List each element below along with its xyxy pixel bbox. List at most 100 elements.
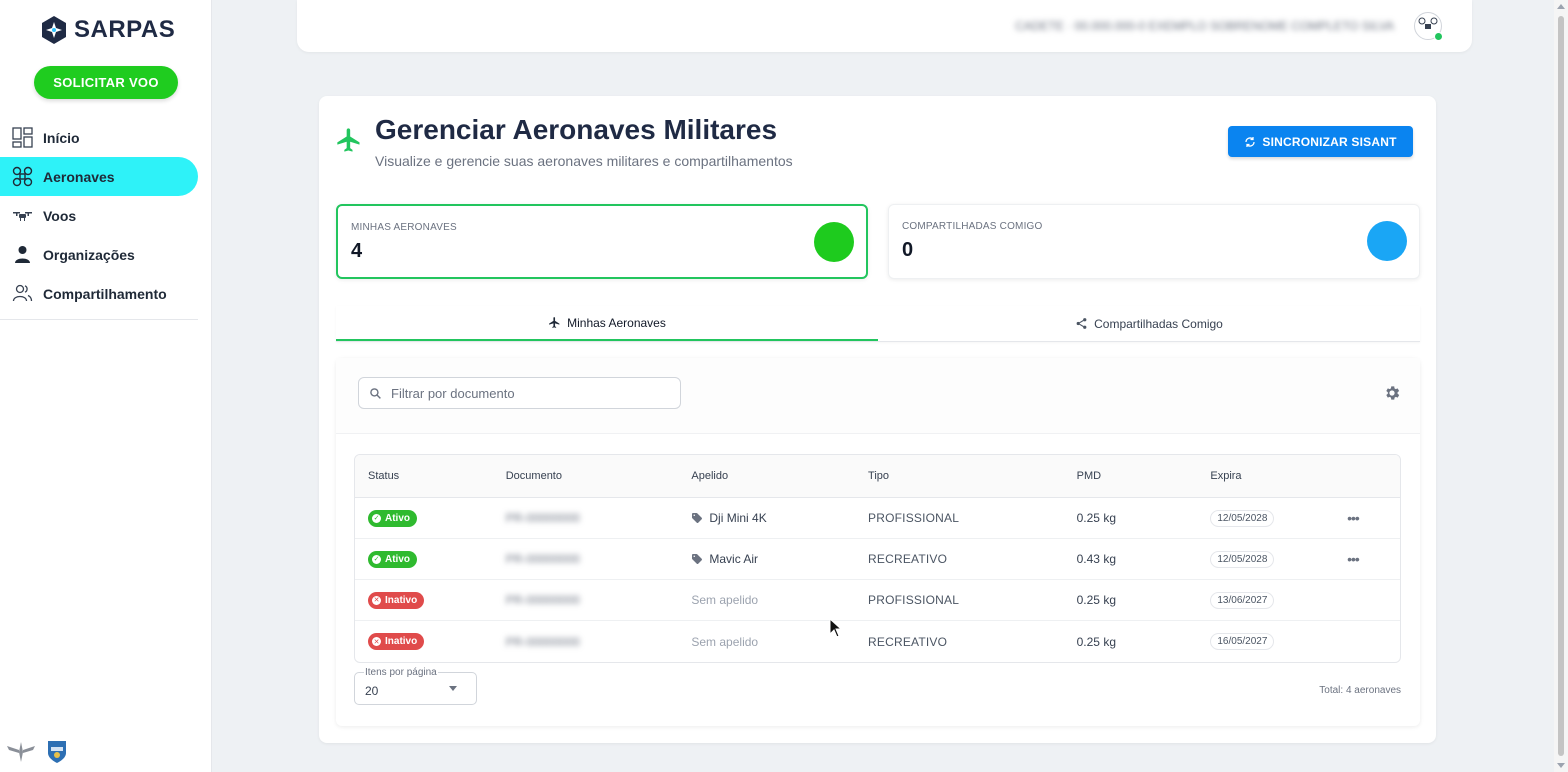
type-cell: RECREATIVO (868, 634, 948, 649)
expiry-date-chip: 12/05/2028 (1210, 550, 1275, 568)
aircraft-panel: Status Documento Apelido Tipo PMD Expira… (336, 358, 1420, 726)
sidebar-item-label: Aeronaves (43, 168, 115, 185)
search-icon (370, 387, 381, 399)
pmd-cell: 0.25 kg (1076, 634, 1116, 649)
x-circle-icon: ✕ (372, 595, 381, 605)
document-cell: PR-00000000 (505, 593, 580, 607)
mouse-cursor-icon (829, 618, 843, 638)
sync-button-label: SINCRONIZAR SISANT (1262, 134, 1397, 149)
pmd-cell: 0.43 kg (1076, 552, 1116, 566)
actions-cell: ••• (1347, 510, 1400, 526)
table-row[interactable]: ✓ Ativo PR-00000000 Dji Mini 4K PROFISSIONAL… (355, 498, 1400, 539)
sidebar-item-aeronaves[interactable]: Aeronaves (0, 157, 198, 196)
scroll-up-arrow-icon[interactable] (1557, 4, 1565, 9)
tab-shared-with-me[interactable]: Compartilhadas Comigo (878, 306, 1420, 341)
items-per-page-select[interactable]: Itens por página 20 (354, 667, 477, 705)
more-options-icon[interactable]: ••• (1347, 551, 1360, 567)
sidebar-item-label: Início (43, 129, 80, 146)
type-cell: PROFISSIONAL (868, 511, 960, 525)
actions-cell: ••• (1347, 551, 1400, 567)
aircraft-table: Status Documento Apelido Tipo PMD Expira… (354, 454, 1401, 663)
sidebar-item-voos[interactable]: Voos (0, 196, 198, 235)
brand-name: SARPAS (74, 16, 176, 43)
expiry-date-chip: 16/05/2027 (1210, 633, 1275, 650)
air-force-emblem-icon (7, 742, 35, 762)
sidebar-divider (0, 319, 198, 320)
column-header-tipo[interactable]: Tipo (855, 470, 1064, 482)
expiry-date-chip: 12/05/2028 (1210, 509, 1275, 527)
settings-gear-icon[interactable] (1383, 384, 1401, 402)
aircraft-tabs: Minhas Aeronaves Compartilhadas Comigo (336, 306, 1420, 342)
people-icon (12, 284, 33, 302)
status-text: Inativo (385, 636, 418, 648)
nickname-cell: Sem apelido (678, 593, 855, 607)
page-scrollbar[interactable] (1554, 0, 1568, 772)
document-filter[interactable] (358, 377, 681, 409)
footer-logos (6, 739, 68, 765)
expiry-cell: 16/05/2027 (1197, 633, 1347, 650)
nickname-text: Dji Mini 4K (709, 511, 767, 525)
status-cell: ✕ Inativo (355, 633, 493, 651)
drone-icon (12, 166, 33, 187)
dashboard-icon (12, 127, 33, 148)
table-row[interactable]: ✕ Inativo PR-00000000 Sem apelido PROFISSION… (355, 580, 1400, 621)
sidebar-nav: Início Aeronaves Voos Organizações Compa… (0, 118, 198, 313)
stat-label: MINHAS AERONAVES (351, 222, 457, 233)
column-header-status[interactable]: Status (355, 470, 493, 482)
sync-icon (1245, 136, 1255, 147)
avatar[interactable] (1414, 12, 1443, 41)
user-info: CADETE · 00.000.000-0 EXEMPLO SOBRENOME … (1015, 19, 1394, 33)
plane-icon (549, 317, 560, 328)
sync-sisant-button[interactable]: SINCRONIZAR SISANT (1228, 126, 1413, 157)
column-header-expira[interactable]: Expira (1197, 470, 1347, 482)
total-count: Total: 4 aeronaves (1319, 685, 1401, 696)
brand-logo[interactable]: SARPAS (40, 15, 175, 45)
column-header-apelido[interactable]: Apelido (678, 470, 855, 482)
page-title: Gerenciar Aeronaves Militares (375, 114, 778, 145)
page-subtitle: Visualize e gerencie suas aeronaves mili… (375, 153, 793, 169)
document-filter-input[interactable] (391, 385, 661, 401)
stat-card-shared-with-me[interactable]: COMPARTILHADAS COMIGO 0 (888, 204, 1420, 279)
items-per-page-label: Itens por página (364, 667, 438, 678)
scrollbar-thumb[interactable] (1558, 16, 1564, 756)
table-row[interactable]: ✕ Inativo PR-00000000 Sem apelido RECREATIVO… (355, 621, 1400, 662)
stat-indicator-circle (814, 222, 854, 262)
sidebar-item-inicio[interactable]: Início (0, 118, 198, 157)
column-header-documento[interactable]: Documento (493, 470, 679, 482)
stat-card-my-aircraft[interactable]: MINHAS AERONAVES 4 (336, 204, 868, 279)
expiry-cell: 12/05/2028 (1197, 550, 1347, 568)
airplane-icon (337, 128, 360, 152)
status-badge: ✕ Inativo (368, 633, 425, 651)
pmd-cell: 0.25 kg (1076, 593, 1116, 607)
shield-emblem-icon (48, 741, 66, 763)
document-cell: PR-00000000 (505, 634, 580, 649)
person-icon (15, 246, 30, 263)
more-options-icon[interactable]: ••• (1347, 510, 1360, 526)
sidebar-item-organizacoes[interactable]: Organizações (0, 235, 198, 274)
tag-icon (692, 554, 703, 564)
column-header-pmd[interactable]: PMD (1064, 470, 1198, 482)
status-cell: ✓ Ativo (355, 509, 493, 527)
table-body: ✓ Ativo PR-00000000 Dji Mini 4K PROFISSIONAL… (355, 498, 1400, 662)
status-badge: ✓ Ativo (368, 509, 417, 527)
tag-icon (692, 513, 703, 523)
stat-value: 4 (351, 240, 363, 262)
main-card: Gerenciar Aeronaves Militares Visualize … (319, 96, 1436, 743)
document-cell: PR-00000000 (505, 552, 580, 566)
sidebar-item-compartilhamento[interactable]: Compartilhamento (0, 274, 198, 313)
stat-value: 0 (902, 239, 914, 261)
type-cell: RECREATIVO (868, 552, 948, 566)
status-badge: ✕ Inativo (368, 591, 425, 609)
expiry-cell: 13/06/2027 (1197, 591, 1347, 609)
sidebar-item-label: Voos (43, 207, 77, 224)
share-icon (1076, 318, 1087, 329)
sidebar-item-label: Compartilhamento (43, 285, 167, 302)
tab-label: Compartilhadas Comigo (1094, 316, 1223, 331)
table-row[interactable]: ✓ Ativo PR-00000000 Mavic Air RECREATIVO 0.43… (355, 539, 1400, 580)
request-flight-button[interactable]: SOLICITAR VOO (34, 66, 178, 99)
scroll-down-arrow-icon[interactable] (1557, 763, 1565, 768)
tab-my-aircraft[interactable]: Minhas Aeronaves (336, 306, 878, 341)
check-circle-icon: ✓ (372, 554, 381, 564)
items-per-page-value: 20 (365, 684, 379, 698)
table-header: Status Documento Apelido Tipo PMD Expira (355, 455, 1400, 498)
